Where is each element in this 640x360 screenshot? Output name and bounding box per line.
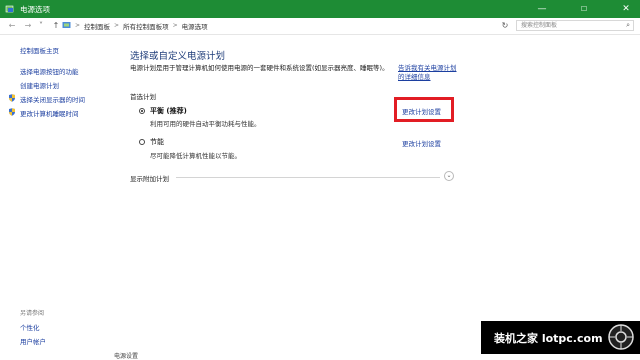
breadcrumb-separator: > [114, 22, 120, 29]
forward-button[interactable]: → [22, 21, 34, 31]
up-button[interactable]: ↑ [50, 21, 62, 31]
main-content: 选择或自定义电源计划 电源计划是用于管理计算机如何使用电源的一套硬件和系统设置(… [112, 34, 640, 360]
breadcrumb-item[interactable]: 控制面板 [84, 21, 110, 31]
maximize-button[interactable]: ☐ [570, 0, 598, 18]
sidebar-link-create-plan[interactable]: 创建电源计划 [20, 80, 59, 90]
watermark-text: 装机之家 lotpc.com [494, 332, 603, 345]
plan-power-saver-description: 尽可能降低计算机性能以节能。 [150, 152, 241, 160]
plan-balanced-description: 利用可用的硬件自动平衡功耗与性能。 [150, 120, 261, 128]
background-window-label: 电源设置 [114, 353, 139, 360]
title-bar: 电源选项 — ☐ ✕ [0, 0, 640, 18]
sidebar: 控制面板主页 选择电源按钮的功能 创建电源计划 选择关闭显示器的时间 更改计算机… [0, 34, 112, 360]
expand-chevron-icon[interactable]: ⌄ [444, 171, 454, 181]
see-also-personalization-link[interactable]: 个性化 [20, 322, 40, 332]
window-title: 电源选项 [20, 5, 50, 14]
recent-locations-dropdown[interactable]: ˅ [37, 21, 45, 31]
breadcrumb-item[interactable]: 所有控制面板项 [123, 21, 169, 31]
breadcrumb-item[interactable]: 电源选项 [182, 21, 208, 31]
minimize-button[interactable]: — [528, 0, 556, 18]
breadcrumb-separator: > [172, 22, 178, 29]
control-panel-icon [62, 22, 71, 28]
sidebar-link-sleep-time[interactable]: 更改计算机睡眠时间 [20, 108, 79, 118]
preferred-plans-label: 首选计划 [130, 93, 156, 101]
sidebar-link-power-buttons[interactable]: 选择电源按钮的功能 [20, 66, 79, 76]
plan-balanced-name[interactable]: 平衡 (推荐) [150, 106, 187, 116]
watermark-banner: 装机之家 lotpc.com [481, 321, 640, 354]
sidebar-link-display-off[interactable]: 选择关闭显示器的时间 [20, 94, 85, 104]
background-window-peek: 电源设置 [96, 351, 156, 360]
search-icon: ⌕ [626, 21, 630, 29]
change-plan-settings-power-saver-link[interactable]: 更改计划设置 [402, 138, 441, 148]
breadcrumb-separator: > [75, 22, 81, 29]
search-input[interactable]: 搜索控制面板 ⌕ [516, 20, 634, 31]
section-divider [176, 177, 440, 178]
shield-icon [9, 94, 15, 102]
page-title: 选择或自定义电源计划 [130, 51, 226, 62]
close-button[interactable]: ✕ [612, 0, 640, 18]
see-also-user-accounts-link[interactable]: 用户帐户 [20, 336, 46, 346]
shield-icon [9, 108, 15, 116]
power-options-icon [5, 5, 14, 13]
plan-power-saver-name[interactable]: 节能 [150, 137, 164, 147]
plan-balanced-radio[interactable] [139, 108, 145, 114]
show-additional-plans-label[interactable]: 显示附加计划 [130, 173, 169, 183]
back-button[interactable]: ← [6, 21, 18, 31]
annotation-highlight-box [394, 97, 454, 122]
page-description: 电源计划是用于管理计算机如何使用电源的一套硬件和系统设置(如显示器亮度、睡眠等)… [130, 64, 389, 72]
see-also-heading: 另请参阅 [20, 310, 45, 317]
learn-more-link[interactable]: 告诉我有关电源计划的详细信息 [398, 64, 460, 82]
address-bar: ← → ˅ ↑ > 控制面板 > 所有控制面板项 > 电源选项 ↻ 搜索控制面板… [0, 18, 640, 35]
watermark-logo-icon [608, 324, 634, 350]
search-placeholder: 搜索控制面板 [521, 22, 558, 29]
breadcrumb[interactable]: > 控制面板 > 所有控制面板项 > 电源选项 [62, 20, 504, 31]
sidebar-home-link[interactable]: 控制面板主页 [20, 45, 59, 55]
plan-power-saver-radio[interactable] [139, 139, 145, 145]
refresh-button[interactable]: ↻ [500, 21, 510, 31]
